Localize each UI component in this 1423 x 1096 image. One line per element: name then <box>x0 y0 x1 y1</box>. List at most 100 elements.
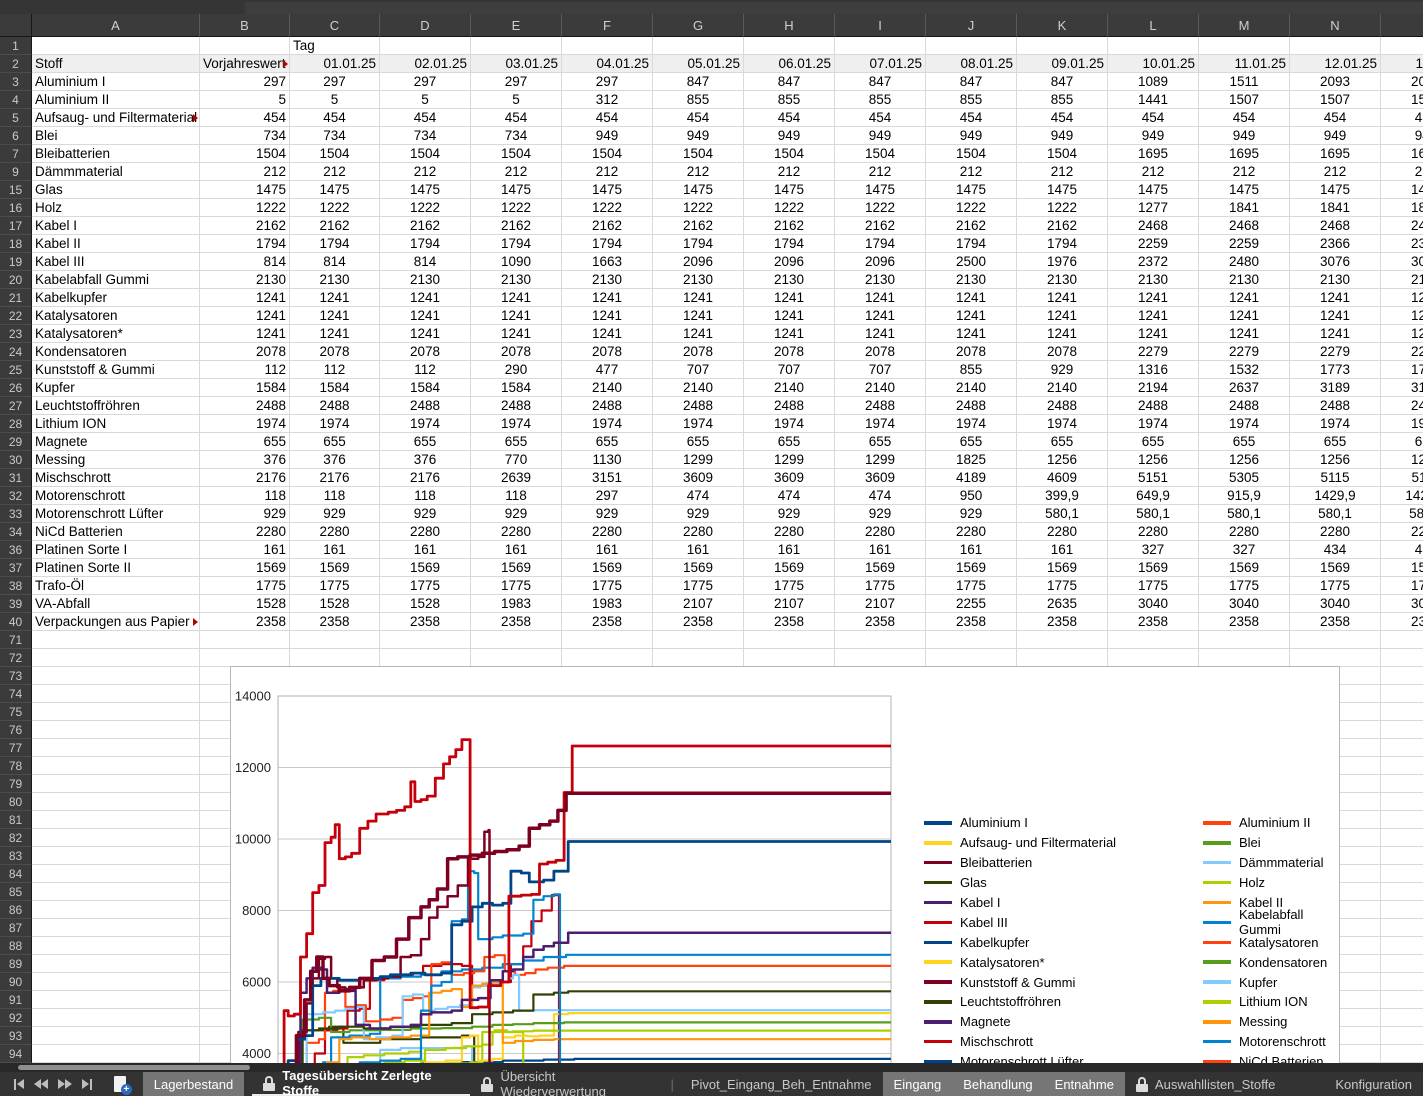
cell-value[interactable]: 3040 <box>1199 595 1290 613</box>
cell-value[interactable]: 2162 <box>200 217 290 235</box>
cell-value[interactable]: 2162 <box>562 217 653 235</box>
cell-value[interactable]: 1299 <box>653 451 744 469</box>
cell-value[interactable]: 2130 <box>200 271 290 289</box>
cell-value[interactable]: 212 <box>562 163 653 181</box>
cell-stoff-name[interactable]: Holz <box>32 199 200 217</box>
cell-value[interactable]: 1241 <box>1108 307 1199 325</box>
cell-empty[interactable] <box>1381 811 1423 829</box>
cell-value[interactable]: 847 <box>926 73 1017 91</box>
cell-value[interactable]: 1241 <box>471 325 562 343</box>
row-header-89[interactable]: 89 <box>0 955 32 973</box>
cell-value[interactable]: 1241 <box>835 289 926 307</box>
cell-value[interactable]: 2358 <box>926 613 1017 631</box>
cell-empty[interactable] <box>1199 37 1290 55</box>
cell-value[interactable]: 290 <box>471 361 562 379</box>
column-header-M[interactable]: M <box>1199 14 1290 37</box>
cell-empty[interactable] <box>32 919 200 937</box>
cell-value[interactable]: 1090 <box>471 253 562 271</box>
sheet-tab-übersicht-wiederverwertung[interactable]: Übersicht Wiederverwertung <box>470 1072 664 1096</box>
cell-value[interactable]: 2162 <box>471 217 562 235</box>
row-header-91[interactable]: 91 <box>0 991 32 1009</box>
cell-value[interactable]: 929 <box>562 505 653 523</box>
cell-value[interactable]: 580,1 <box>1290 505 1381 523</box>
cell-value[interactable]: 454 <box>926 109 1017 127</box>
row-header-28[interactable]: 28 <box>0 415 32 433</box>
cell-value[interactable]: 2107 <box>653 595 744 613</box>
cell-value[interactable]: 1504 <box>380 145 471 163</box>
cell-value[interactable]: 2366 <box>1290 235 1381 253</box>
cell-value[interactable]: 2488 <box>290 397 380 415</box>
cell-value[interactable]: 118 <box>200 487 290 505</box>
cell-empty[interactable] <box>1381 667 1423 685</box>
cell-date-header[interactable]: 02.01.25 <box>380 55 471 73</box>
cell-value[interactable]: 2280 <box>562 523 653 541</box>
cell-value[interactable]: 3040 <box>1290 595 1381 613</box>
cell-empty[interactable] <box>380 649 471 667</box>
sheet-tab-tagesübersicht-zerlegte-stoffe[interactable]: Tagesübersicht Zerlegte Stoffe <box>252 1072 470 1096</box>
cell-value[interactable]: 2130 <box>562 271 653 289</box>
cell-value[interactable]: 161 <box>290 541 380 559</box>
cell-value[interactable]: 1695 <box>1290 145 1381 163</box>
cell-value[interactable]: 1089 <box>1108 73 1199 91</box>
cell-empty[interactable] <box>1017 37 1108 55</box>
cell-value[interactable]: 2488 <box>471 397 562 415</box>
column-header-K[interactable]: K <box>1017 14 1108 37</box>
row-header-31[interactable]: 31 <box>0 469 32 487</box>
sheet-tab-pivot-eingang-beh-entnahme[interactable]: Pivot_Eingang_Beh_Entnahme <box>680 1072 883 1096</box>
cell-stoff-name[interactable]: Mischschrott <box>32 469 200 487</box>
row-header-83[interactable]: 83 <box>0 847 32 865</box>
cell-empty[interactable] <box>1381 847 1423 865</box>
cell-value[interactable]: 1569 <box>744 559 835 577</box>
cell-empty[interactable] <box>32 667 200 685</box>
cell-value[interactable]: 2488 <box>1108 397 1199 415</box>
cell-value[interactable]: 212 <box>1290 163 1381 181</box>
cell-value[interactable]: 1241 <box>1290 289 1381 307</box>
cell-date-header[interactable]: 11.01.25 <box>1199 55 1290 73</box>
cell-empty[interactable] <box>471 649 562 667</box>
cell-value[interactable]: 1222 <box>835 199 926 217</box>
cell-stoff-name[interactable]: Blei <box>32 127 200 145</box>
cell-value[interactable]: 1241 <box>744 325 835 343</box>
row-header-74[interactable]: 74 <box>0 685 32 703</box>
cell-empty[interactable] <box>1381 703 1423 721</box>
cell-value[interactable]: 1974 <box>290 415 380 433</box>
cell-value[interactable]: 1222 <box>744 199 835 217</box>
column-header-I[interactable]: I <box>835 14 926 37</box>
cell-empty[interactable] <box>744 649 835 667</box>
cell-value[interactable]: 1775 <box>744 577 835 595</box>
cell-value[interactable]: 655 <box>1381 433 1423 451</box>
cell-empty[interactable] <box>290 649 380 667</box>
cell-value[interactable]: 655 <box>471 433 562 451</box>
cell-value[interactable]: 1475 <box>744 181 835 199</box>
cell-value[interactable]: 1775 <box>471 577 562 595</box>
cell-value[interactable]: 2280 <box>290 523 380 541</box>
cell-value[interactable]: 855 <box>835 91 926 109</box>
cell-value[interactable]: 1974 <box>1290 415 1381 433</box>
cell-value[interactable]: 1241 <box>926 307 1017 325</box>
cell-value[interactable]: 454 <box>1017 109 1108 127</box>
cell-value[interactable]: 1241 <box>1199 307 1290 325</box>
cell-empty[interactable] <box>744 37 835 55</box>
row-header-3[interactable]: 3 <box>0 73 32 91</box>
cell-value[interactable]: 1241 <box>200 325 290 343</box>
cell-value[interactable]: 1241 <box>926 289 1017 307</box>
cell-value[interactable]: 2130 <box>835 271 926 289</box>
cell-value[interactable]: 1983 <box>562 595 653 613</box>
cell-value[interactable]: 1241 <box>835 307 926 325</box>
row-header-72[interactable]: 72 <box>0 649 32 667</box>
row-header-82[interactable]: 82 <box>0 829 32 847</box>
cell-value[interactable]: 2280 <box>380 523 471 541</box>
cell-value[interactable]: 929 <box>471 505 562 523</box>
cell-value[interactable]: 297 <box>290 73 380 91</box>
row-header-90[interactable]: 90 <box>0 973 32 991</box>
cell-value[interactable]: 474 <box>653 487 744 505</box>
sheet-tab-auswahllisten-stoffe[interactable]: Auswahllisten_Stoffe <box>1125 1072 1286 1096</box>
cell-value[interactable]: 212 <box>1381 163 1423 181</box>
cell-empty[interactable] <box>32 1045 200 1063</box>
cell-value[interactable]: 1504 <box>1017 145 1108 163</box>
cell-value[interactable]: 118 <box>290 487 380 505</box>
cell-empty[interactable] <box>1199 631 1290 649</box>
row-header-75[interactable]: 75 <box>0 703 32 721</box>
cell-value[interactable]: 2280 <box>926 523 1017 541</box>
cell-empty[interactable] <box>32 847 200 865</box>
